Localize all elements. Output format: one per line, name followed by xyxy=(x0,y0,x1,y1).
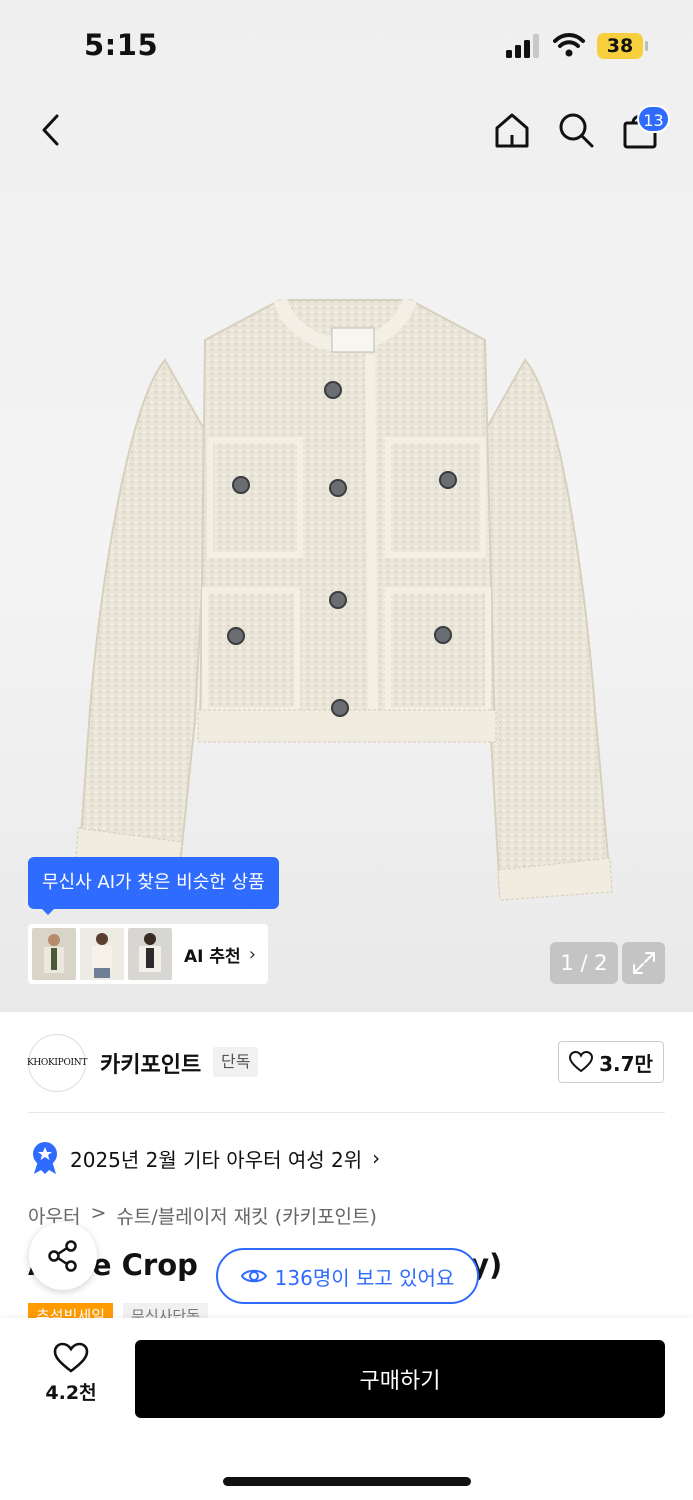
heart-icon xyxy=(569,1051,594,1073)
product-image xyxy=(75,297,613,901)
home-button[interactable] xyxy=(490,108,534,152)
ranking-link[interactable]: 2025년 2월 기타 아우터 여성 2위 › xyxy=(30,1141,380,1175)
buy-button[interactable]: 구매하기 xyxy=(135,1340,665,1418)
home-indicator xyxy=(223,1477,471,1486)
product-image-gallery[interactable]: 5:15 38 13 무신사 AI가 찾은 비슷한 상품 AI 추천 › 1 /… xyxy=(0,0,693,1012)
tooltip-tail xyxy=(40,907,56,915)
ai-thumb-2[interactable] xyxy=(80,928,124,980)
share-button[interactable] xyxy=(29,1222,97,1290)
back-button[interactable] xyxy=(30,108,70,152)
breadcrumb-separator: > xyxy=(90,1202,107,1224)
battery-indicator: 38 xyxy=(597,33,643,59)
battery-tip xyxy=(645,41,648,51)
page-indicator: 1 / 2 xyxy=(550,942,618,984)
home-icon xyxy=(495,113,529,148)
ranking-medal-icon xyxy=(33,1142,57,1174)
ai-recommendation-button[interactable]: AI 추천 › xyxy=(28,924,268,984)
wishlist-button[interactable]: 4.2천 xyxy=(28,1342,114,1405)
expand-icon xyxy=(632,952,655,974)
brand-like-count: 3.7만 xyxy=(599,1051,653,1076)
heart-icon xyxy=(53,1342,89,1373)
chevron-right-icon: › xyxy=(372,1146,381,1170)
ai-similar-tooltip: 무신사 AI가 찾은 비슷한 상품 xyxy=(28,857,279,909)
search-button[interactable] xyxy=(554,108,598,152)
share-icon xyxy=(48,1240,77,1272)
exclusive-tag: 단독 xyxy=(213,1047,259,1077)
divider xyxy=(28,1112,665,1113)
search-icon xyxy=(559,113,594,148)
viewers-text: 136명이 보고 있어요 xyxy=(274,1265,455,1290)
breadcrumb-item-category[interactable]: 슈트/블레이저 재킷 (카키포인트) xyxy=(116,1202,377,1229)
cellular-signal-icon xyxy=(506,34,542,58)
brand-name[interactable]: 카키포인트 xyxy=(100,1047,201,1079)
ai-thumb-3[interactable] xyxy=(128,928,172,980)
live-viewers-pill: 136명이 보고 있어요 xyxy=(216,1248,479,1304)
chevron-right-icon: › xyxy=(248,943,256,965)
wifi-icon xyxy=(553,33,585,57)
ai-reco-label: AI 추천 xyxy=(184,946,241,967)
breadcrumb: 아우터 > 슈트/블레이저 재킷 (카키포인트) xyxy=(28,1202,387,1229)
wish-count: 4.2천 xyxy=(45,1382,97,1404)
brand-like-button[interactable]: 3.7만 xyxy=(558,1041,664,1083)
ai-thumb-1[interactable] xyxy=(32,928,76,980)
brand-logo[interactable]: KHOKIPOINT xyxy=(27,1034,87,1092)
ranking-text: 2025년 2월 기타 아우터 여성 2위 xyxy=(70,1147,363,1172)
chevron-left-icon xyxy=(42,114,59,146)
status-time: 5:15 xyxy=(84,28,159,62)
cart-count-badge: 13 xyxy=(637,105,670,133)
eye-icon xyxy=(240,1269,267,1283)
expand-image-button[interactable] xyxy=(622,942,665,984)
